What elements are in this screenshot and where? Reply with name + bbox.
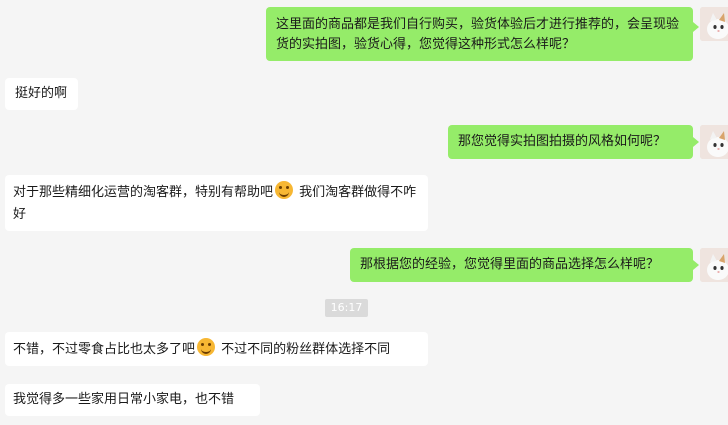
chat-bubble-sent[interactable]: 那根据您的经验，您觉得里面的商品选择怎么样呢？ (350, 248, 693, 282)
chat-bubble-received[interactable]: 我觉得多一些家用日常小家电，也不错 (5, 384, 260, 416)
chat-bubble-sent[interactable]: 这里面的商品都是我们自行购买，验货体验后才进行推荐的，会呈现验货的实拍图，验货心… (266, 7, 693, 61)
message-text: 挺好的啊 (15, 86, 68, 101)
chat-bubble-received[interactable]: 对于那些精细化运营的淘客群，特别有帮助吧 我们淘客群做得不咋好 (5, 175, 428, 231)
chat-bubble-received[interactable]: 不错，不过零食占比也太多了吧 不过不同的粉丝群体选择不同 (5, 332, 428, 366)
message-text: 那您觉得实拍图拍摄的风格如何呢？ (458, 134, 667, 149)
timestamp: 16:17 (325, 299, 368, 317)
bubble-tail (693, 22, 699, 32)
laugh-cry-emoji-icon (275, 181, 294, 199)
message-text: 对于那些精细化运营的淘客群，特别有帮助吧 (13, 185, 274, 200)
avatar[interactable] (700, 7, 728, 41)
chat-bubble-received[interactable]: 挺好的啊 (5, 78, 78, 110)
cat-avatar-icon (700, 248, 728, 282)
avatar[interactable] (700, 125, 728, 159)
bubble-tail (693, 137, 699, 147)
message-text: 不错，不过零食占比也太多了吧 (13, 342, 196, 357)
message-text: 这里面的商品都是我们自行购买，验货体验后才进行推荐的，会呈现验货的实拍图，验货心… (276, 17, 680, 52)
message-text: 那根据您的经验，您觉得里面的商品选择怎么样呢？ (360, 257, 660, 272)
cat-avatar-icon (700, 125, 728, 159)
chat-bubble-sent[interactable]: 那您觉得实拍图拍摄的风格如何呢？ (448, 125, 693, 159)
bubble-tail (693, 260, 699, 270)
message-text: 我觉得多一些家用日常小家电，也不错 (13, 392, 235, 407)
message-text: 不过不同的粉丝群体选择不同 (217, 342, 391, 357)
cat-avatar-icon (700, 7, 728, 41)
laugh-cry-emoji-icon (197, 338, 216, 356)
avatar[interactable] (700, 248, 728, 282)
